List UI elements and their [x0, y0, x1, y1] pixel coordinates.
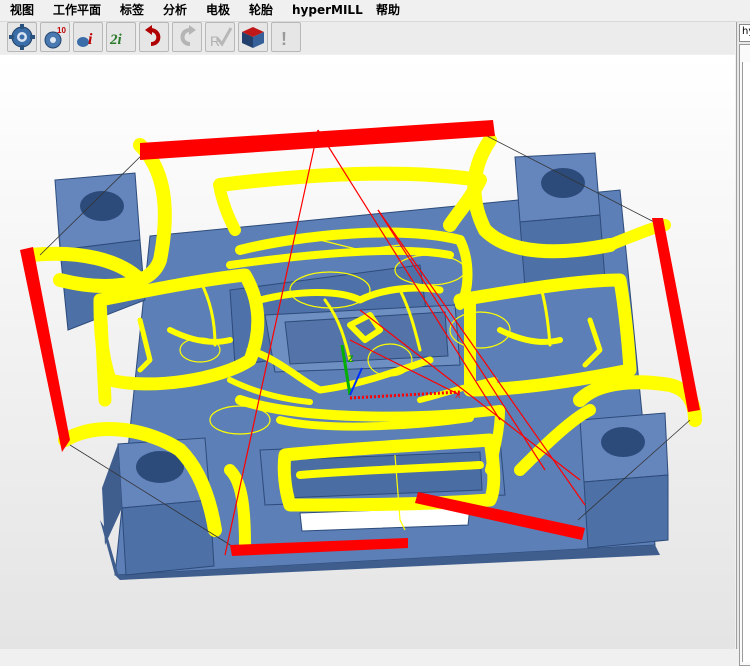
- menu-bar: 视图 工作平面 标签 分析 电极 轮胎 hyperMILL 帮助: [0, 0, 750, 22]
- undo-button[interactable]: [139, 22, 169, 52]
- menu-tire[interactable]: 轮胎: [249, 2, 273, 18]
- menu-analysis[interactable]: 分析: [163, 2, 187, 18]
- menu-labels[interactable]: 标签: [120, 2, 144, 18]
- reset-button[interactable]: R: [205, 22, 235, 52]
- svg-text:10: 10: [57, 26, 66, 35]
- info-icon: i: [77, 31, 93, 48]
- axis-x-label: X: [455, 391, 461, 400]
- right-side-panel: hy: [736, 22, 750, 666]
- redo-arrow-icon: [180, 25, 196, 46]
- menu-view[interactable]: 视图: [10, 2, 34, 18]
- menu-hypermill[interactable]: hyperMILL: [292, 2, 363, 18]
- svg-text:i: i: [88, 31, 93, 48]
- menu-help[interactable]: 帮助: [376, 2, 400, 18]
- panel-content: [742, 62, 750, 662]
- panel-tab-hypermill[interactable]: hy: [739, 24, 750, 42]
- gear-wheel-10-icon: 10: [44, 26, 66, 49]
- reset-check-icon: R: [210, 27, 233, 49]
- info-button[interactable]: i: [73, 22, 103, 52]
- svg-text:2i: 2i: [109, 32, 123, 48]
- gear-icon: [9, 24, 35, 50]
- stock-button[interactable]: [238, 22, 268, 52]
- gear-settings-button[interactable]: [7, 22, 37, 52]
- part-model-view[interactable]: Z X: [0, 55, 735, 649]
- info-2-icon: 2i: [109, 32, 123, 48]
- axis-z-label: Z: [348, 354, 354, 364]
- stock-cube-icon: [242, 27, 264, 48]
- menu-workplane[interactable]: 工作平面: [53, 2, 101, 18]
- 3d-viewport[interactable]: Z X: [0, 55, 735, 649]
- toolbar: 10 i 2i R !: [0, 22, 735, 54]
- undo-arrow-icon: [145, 25, 161, 46]
- warning-button[interactable]: !: [271, 22, 301, 52]
- svg-text:!: !: [281, 29, 287, 49]
- redo-button[interactable]: [172, 22, 202, 52]
- menu-electrode[interactable]: 电极: [206, 2, 230, 18]
- corner-boss-bottom-right: [579, 412, 669, 549]
- clamp-top: [140, 120, 495, 160]
- job-list-button[interactable]: 10: [40, 22, 70, 52]
- info-2-button[interactable]: 2i: [106, 22, 136, 52]
- warning-icon: !: [281, 29, 287, 49]
